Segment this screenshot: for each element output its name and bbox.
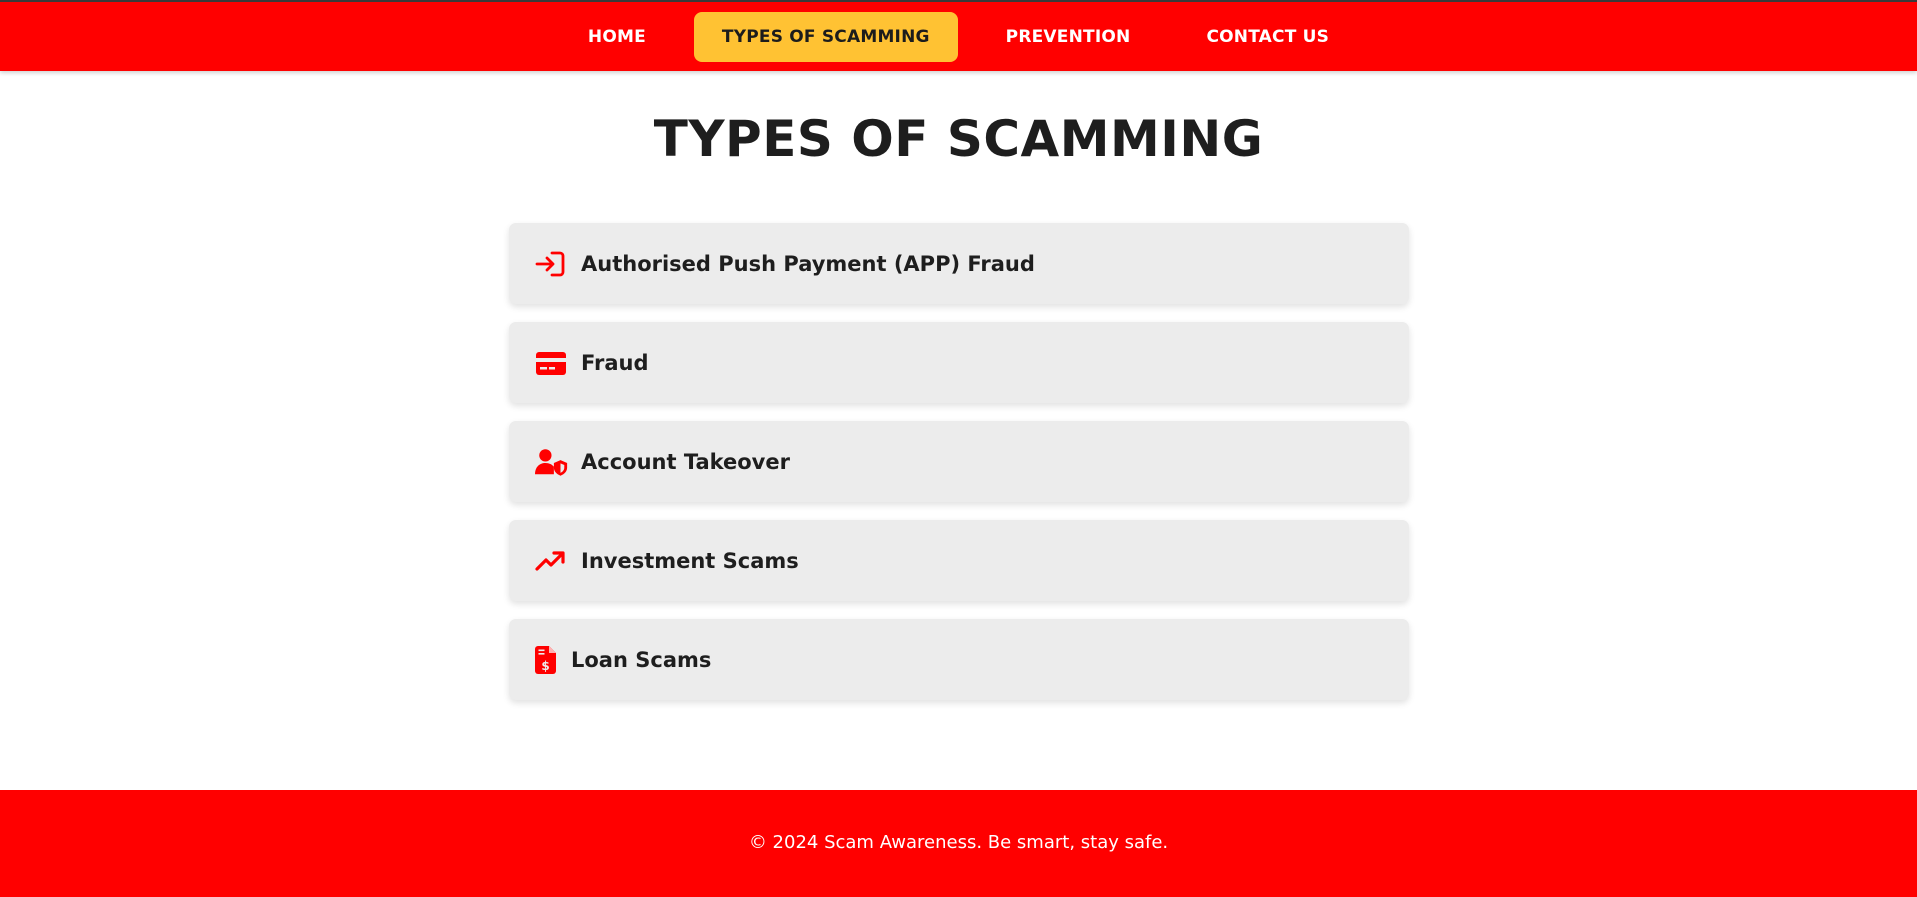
card-loan-scams[interactable]: $ Loan Scams — [509, 619, 1409, 700]
page-title: TYPES OF SCAMMING — [653, 110, 1264, 168]
card-fraud[interactable]: Fraud — [509, 322, 1409, 403]
card-investment-scams[interactable]: Investment Scams — [509, 520, 1409, 601]
card-app-fraud[interactable]: Authorised Push Payment (APP) Fraud — [509, 223, 1409, 304]
nav-types-of-scamming[interactable]: TYPES OF SCAMMING — [693, 11, 958, 62]
card-label: Authorised Push Payment (APP) Fraud — [581, 251, 1035, 276]
page: HOME TYPES OF SCAMMING PREVENTION CONTAC… — [0, 0, 1917, 897]
card-label: Account Takeover — [581, 449, 790, 474]
card-label: Fraud — [581, 350, 649, 375]
top-navbar: HOME TYPES OF SCAMMING PREVENTION CONTAC… — [0, 0, 1917, 71]
trending-up-icon — [535, 546, 569, 576]
footer: © 2024 Scam Awareness. Be smart, stay sa… — [0, 790, 1917, 897]
card-label: Loan Scams — [571, 647, 712, 672]
sign-in-arrow-icon — [535, 249, 569, 279]
user-shield-icon — [535, 447, 569, 477]
scam-types-list: Authorised Push Payment (APP) Fraud Frau… — [509, 223, 1409, 718]
credit-card-icon — [535, 348, 569, 378]
footer-copyright: © 2024 Scam Awareness. Be smart, stay sa… — [748, 832, 1169, 853]
card-label: Investment Scams — [581, 548, 799, 573]
nav-home[interactable]: HOME — [560, 12, 674, 62]
svg-text:$: $ — [541, 659, 549, 673]
nav-prevention[interactable]: PREVENTION — [978, 12, 1159, 62]
nav-contact-us[interactable]: CONTACT US — [1178, 12, 1357, 62]
invoice-dollar-icon: $ — [535, 645, 559, 675]
card-account-takeover[interactable]: Account Takeover — [509, 421, 1409, 502]
